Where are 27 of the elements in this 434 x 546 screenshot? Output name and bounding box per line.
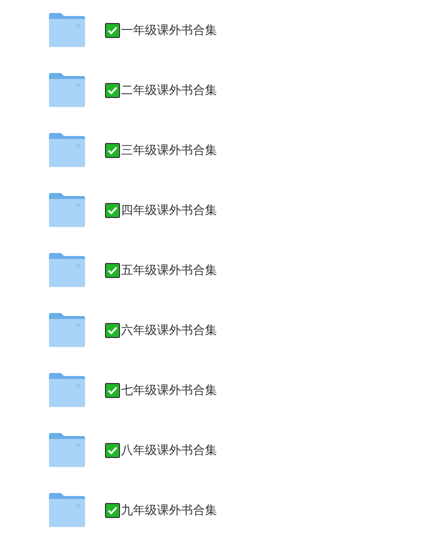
- folder-name[interactable]: 三年级课外书合集: [121, 141, 217, 159]
- folder-icon: [49, 313, 85, 347]
- check-icon: [105, 82, 120, 98]
- folder-icon: [49, 373, 85, 407]
- folder-icon: [49, 73, 85, 107]
- check-icon: [105, 262, 120, 278]
- folder-icon: [49, 253, 85, 287]
- check-icon: [105, 142, 120, 158]
- folder-name[interactable]: 二年级课外书合集: [121, 81, 217, 99]
- folder-name[interactable]: 九年级课外书合集: [121, 501, 217, 519]
- folder-icon: [49, 193, 85, 227]
- check-icon: [105, 22, 120, 38]
- folder-name[interactable]: 五年级课外书合集: [121, 261, 217, 279]
- folder-icon: [49, 13, 85, 47]
- check-icon: [105, 382, 120, 398]
- check-icon: [105, 202, 120, 218]
- folder-name[interactable]: 六年级课外书合集: [121, 321, 217, 339]
- check-icon: [105, 322, 120, 338]
- folder-icon: [49, 133, 85, 167]
- folder-name[interactable]: 四年级课外书合集: [121, 201, 217, 219]
- folder-name[interactable]: 一年级课外书合集: [121, 21, 217, 39]
- check-icon: [105, 502, 120, 518]
- folder-name[interactable]: 七年级课外书合集: [121, 381, 217, 399]
- folder-icon: [49, 433, 85, 467]
- folder-name[interactable]: 八年级课外书合集: [121, 441, 217, 459]
- check-icon: [105, 442, 120, 458]
- folder-icon: [49, 493, 85, 527]
